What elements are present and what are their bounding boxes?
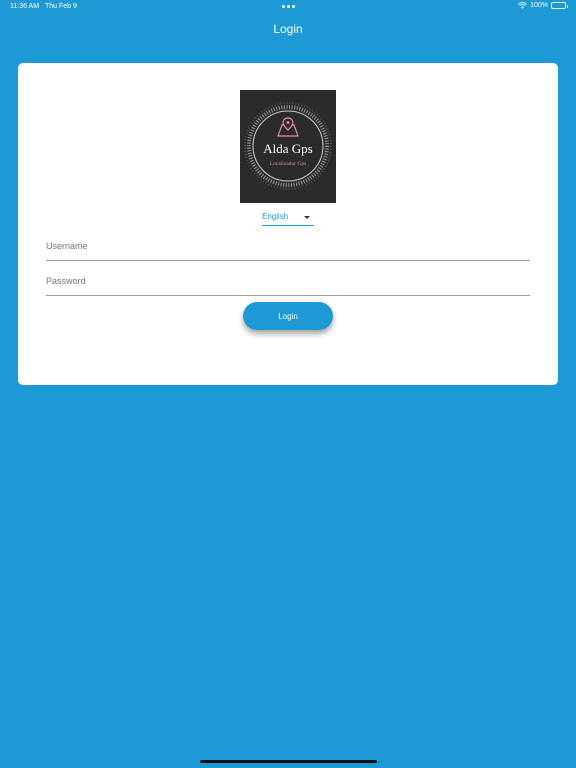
home-indicator[interactable] xyxy=(200,760,377,763)
login-card: Alda Gps Localizador Gps English Usernam… xyxy=(18,63,558,385)
logo-name: Alda Gps xyxy=(263,141,312,156)
password-field[interactable]: Password xyxy=(46,274,530,296)
battery-icon xyxy=(551,2,568,9)
username-placeholder: Username xyxy=(46,241,88,251)
logo-tagline: Localizador Gps xyxy=(270,161,307,167)
status-date: Thu Feb 9 xyxy=(45,3,77,10)
multitasking-dots-icon[interactable] xyxy=(282,5,295,8)
login-button[interactable]: Login xyxy=(243,302,333,330)
app-logo: Alda Gps Localizador Gps xyxy=(240,90,336,203)
wifi-icon xyxy=(518,2,528,9)
page-title: Login xyxy=(273,22,303,36)
password-placeholder: Password xyxy=(46,276,86,286)
language-selected-value: English xyxy=(262,212,289,221)
username-field[interactable]: Username xyxy=(46,239,530,261)
status-indicators: 100% xyxy=(518,2,568,9)
chevron-down-icon xyxy=(304,216,310,219)
login-screen: 11:36 AM Thu Feb 9 100% Login Alda Gps L… xyxy=(0,0,576,768)
language-select[interactable]: English xyxy=(262,210,314,226)
battery-percent: 100% xyxy=(530,2,548,9)
status-time: 11:36 AM xyxy=(10,3,40,10)
status-bar: 11:36 AM Thu Feb 9 100% xyxy=(0,0,576,14)
